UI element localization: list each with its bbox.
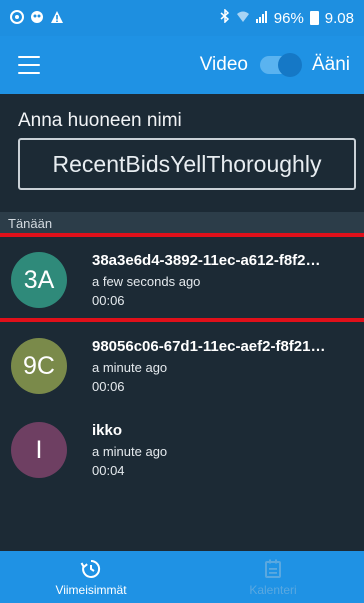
sync-icon [10, 9, 24, 27]
history-icon [80, 559, 101, 578]
section-header-today: Tänään [0, 212, 364, 234]
signal-icon [255, 10, 268, 27]
audio-label: Ääni [311, 54, 350, 75]
nav-label-recent: Viimeisimmät [55, 582, 127, 597]
item-title: 98056c06-67d1-11ec-aef2-f8f21… [92, 338, 326, 355]
battery-percent: 96% [273, 9, 304, 27]
item-time: a minute ago [92, 444, 168, 459]
nav-label-calendar: Kalenteri [249, 582, 297, 597]
status-bar: 96% 9.08 [0, 0, 364, 36]
video-audio-switch: Video Ääni [199, 53, 350, 77]
item-duration: 00:06 [92, 293, 125, 308]
calendar-icon [265, 559, 281, 578]
wifi-icon [236, 10, 250, 27]
bottom-navigation: Viimeisimmät Kalenteri [0, 551, 364, 603]
nav-item-recent[interactable]: Viimeisimmät [0, 551, 182, 603]
room-name-label: Anna huoneen nimi [18, 110, 182, 131]
app-bar: Video Ääni [0, 36, 364, 94]
toggle-knob [277, 53, 302, 77]
avatar: 3A [11, 252, 67, 308]
list-item[interactable]: I ikko a minute ago 00:04 [0, 418, 364, 490]
video-audio-toggle[interactable] [259, 53, 302, 77]
item-duration: 00:04 [92, 463, 125, 478]
status-left-icons [10, 9, 64, 27]
avatar: 9C [11, 338, 67, 394]
notification-icon [30, 10, 44, 27]
battery-icon [309, 11, 319, 25]
item-duration: 00:06 [92, 379, 125, 394]
highlight-line-top [0, 233, 364, 237]
menu-icon[interactable] [18, 56, 40, 74]
list-item[interactable]: 3A 38a3e6d4-3892-11ec-a612-f8f2… a few s… [0, 248, 364, 320]
item-title: ikko [92, 422, 123, 439]
video-label: Video [199, 54, 248, 75]
item-time: a minute ago [92, 360, 168, 375]
bluetooth-icon [220, 8, 230, 27]
list-item[interactable]: 9C 98056c06-67d1-11ec-aef2-f8f21… a minu… [0, 334, 364, 406]
avatar: I [11, 422, 67, 478]
nav-item-calendar[interactable]: Kalenteri [182, 551, 364, 603]
clock: 9.08 [324, 9, 354, 27]
item-title: 38a3e6d4-3892-11ec-a612-f8f2… [92, 252, 321, 269]
item-time: a few seconds ago [92, 274, 201, 289]
status-right-icons: 96% 9.08 [220, 8, 354, 27]
room-name-input[interactable]: RecentBidsYellThoroughly [18, 138, 356, 190]
warning-icon [50, 10, 64, 27]
